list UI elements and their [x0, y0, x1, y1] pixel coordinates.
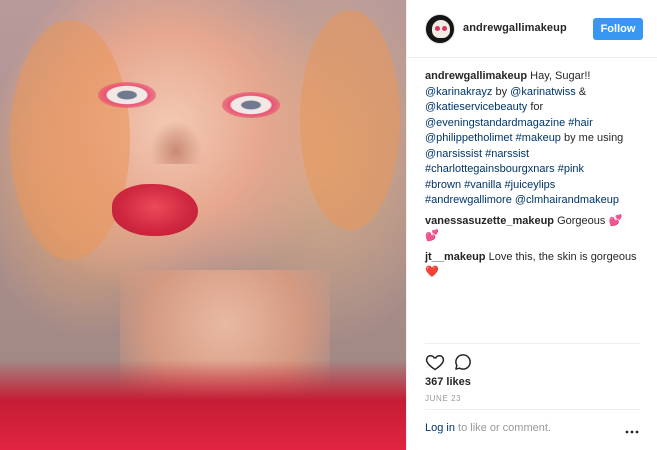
comments-section: andrewgallimakeup Hay, Sugar!! @karinakr…	[425, 69, 645, 286]
hashtag-link[interactable]: #pink	[558, 163, 584, 175]
likes-count[interactable]: 367 likes	[425, 376, 471, 388]
photo-nose	[150, 120, 202, 164]
login-link[interactable]: Log in	[425, 422, 455, 434]
comment-icon[interactable]	[453, 352, 473, 372]
hashtag-link[interactable]: #brown	[425, 179, 461, 191]
login-prompt-text: to like or comment.	[454, 422, 551, 434]
comment-text: Gorgeous	[554, 214, 609, 227]
photo-eye-right	[222, 92, 280, 118]
skull-logo	[432, 20, 450, 38]
post-photo[interactable]	[0, 0, 406, 450]
caption-text: by	[492, 85, 511, 98]
heart-icon[interactable]	[425, 352, 445, 372]
mention-link[interactable]: @eveningstandardmagazine	[425, 117, 565, 129]
caption: andrewgallimakeup Hay, Sugar!! @karinakr…	[425, 69, 645, 209]
login-prompt: Log in to like or comment.	[425, 422, 640, 434]
hashtag-link[interactable]: #charlottegainsbourgxnars	[425, 163, 555, 175]
comment-item: jt__makeup Love this, the skin is gorgeo…	[425, 250, 645, 281]
pink-hearts-emoji: 💕	[425, 230, 439, 242]
post-side-panel: andrewgallimakeup Follow andrewgallimake…	[406, 0, 657, 450]
pink-hearts-emoji: 💕	[608, 214, 623, 227]
more-options-icon[interactable]	[625, 424, 639, 434]
author-username[interactable]: andrewgallimakeup	[463, 22, 567, 34]
post-date: JUNE 23	[425, 394, 462, 403]
mention-link[interactable]: @katieservicebeauty	[425, 101, 527, 113]
hashtag-link[interactable]: #narssist	[485, 148, 529, 160]
photo-hair-left	[10, 20, 130, 260]
caption-text: by me using	[560, 132, 624, 144]
avatar-icon[interactable]	[425, 14, 455, 44]
hashtag-link[interactable]: #vanilla	[464, 179, 501, 191]
mention-link[interactable]: @karinatwiss	[510, 86, 576, 98]
photo-hair-right	[300, 10, 400, 230]
mention-link[interactable]: @clmhairandmakeup	[515, 194, 619, 206]
divider	[425, 409, 640, 410]
photo-eye-left	[98, 82, 156, 108]
photo-red-top	[0, 360, 406, 450]
mention-link[interactable]: @narsissist	[425, 148, 482, 160]
comment-text: Love this, the skin is gorgeous	[485, 250, 637, 263]
caption-text: &	[575, 85, 587, 98]
hashtag-link[interactable]: #makeup	[516, 132, 561, 144]
follow-button[interactable]: Follow	[593, 18, 643, 40]
mention-link[interactable]: @karinakrayz	[425, 86, 492, 98]
caption-text: for	[527, 101, 544, 113]
hashtag-link[interactable]: #hair	[568, 117, 592, 129]
comment-author[interactable]: vanessasuzette_makeup	[425, 215, 554, 227]
hashtag-link[interactable]: #juiceylips	[505, 179, 556, 191]
divider	[425, 343, 640, 344]
photo-lips	[112, 184, 198, 236]
mention-link[interactable]: @philippetholimet	[425, 132, 513, 144]
comment-author[interactable]: jt__makeup	[425, 251, 486, 263]
hashtag-link[interactable]: #andrewgallimore	[425, 194, 512, 206]
post-header: andrewgallimakeup Follow	[407, 0, 657, 58]
caption-text: Hay, Sugar!!	[527, 70, 591, 82]
comment-item: vanessasuzette_makeup Gorgeous 💕 💕	[425, 214, 645, 245]
caption-author[interactable]: andrewgallimakeup	[425, 70, 527, 82]
red-heart-emoji: ❤️	[425, 266, 439, 278]
